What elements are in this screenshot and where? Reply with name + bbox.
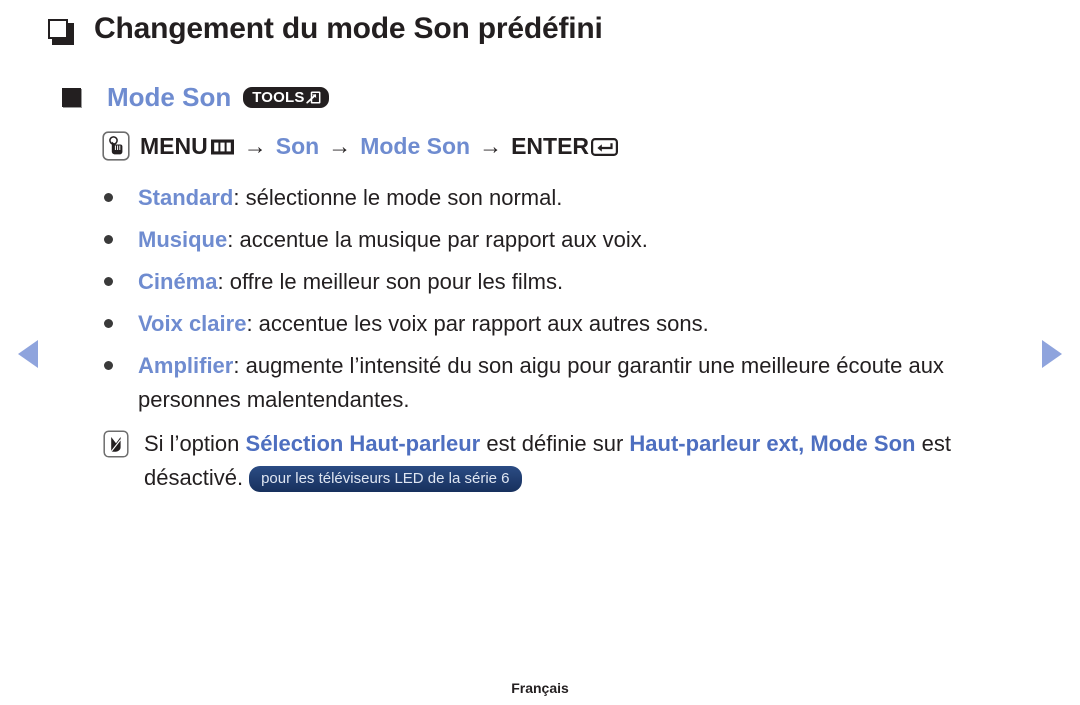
option-separator: :: [217, 269, 230, 294]
option-text: Musique: accentue la musique par rapport…: [138, 223, 648, 257]
sound-mode-options-list: Standard: sélectionne le mode son normal…: [104, 181, 1044, 425]
option-term: Musique: [138, 227, 228, 252]
option-description: accentue la musique par rapport aux voix…: [239, 227, 648, 252]
path-step-son: Son: [275, 132, 320, 159]
menu-label: MENU: [140, 132, 208, 159]
option-description: sélectionne le mode son normal.: [245, 185, 563, 210]
option-text: Amplifier: augmente l’intensité du son a…: [138, 349, 1044, 417]
option-separator: :: [246, 311, 259, 336]
bullet-dot-icon: [104, 319, 113, 328]
enter-label: ENTER: [511, 132, 590, 159]
bullet-dot-icon: [104, 193, 113, 202]
section-heading: Mode Son: [107, 82, 232, 112]
note-highlight-speaker-select: Sélection Haut-parleur: [245, 431, 481, 456]
note-part-2: est définie sur: [480, 431, 630, 456]
path-arrow-1: →: [243, 132, 267, 159]
option-term: Standard: [138, 185, 234, 210]
option-term: Cinéma: [138, 269, 218, 294]
note-part-1: Si l’option: [144, 431, 246, 456]
option-description: offre le meilleur son pour les films.: [229, 269, 564, 294]
stacked-square-icon: [48, 19, 74, 45]
option-term: Voix claire: [138, 311, 247, 336]
option-separator: :: [233, 185, 246, 210]
menu-grid-icon: [210, 137, 235, 157]
tools-badge-label: TOOLS: [252, 88, 305, 106]
option-term: Amplifier: [138, 353, 234, 378]
option-separator: :: [227, 227, 240, 252]
path-arrow-3: →: [479, 132, 503, 159]
list-item: Standard: sélectionne le mode son normal…: [104, 181, 1044, 215]
option-text: Cinéma: offre le meilleur son pour les f…: [138, 265, 563, 299]
manual-page: Changement du mode Son prédéfini Mode So…: [0, 0, 1080, 705]
note-block: Si l’option Sélection Haut-parleur est d…: [103, 427, 1043, 495]
path-step-mode-son: Mode Son: [360, 132, 471, 159]
option-description: accentue les voix par rapport aux autres…: [258, 311, 709, 336]
option-text: Voix claire: accentue les voix par rappo…: [138, 307, 709, 341]
page-title-row: Changement du mode Son prédéfini: [48, 10, 603, 48]
list-item: Cinéma: offre le meilleur son pour les f…: [104, 265, 1044, 299]
bullet-dot-icon: [104, 235, 113, 244]
path-arrow-2: →: [328, 132, 352, 159]
section-heading-row: Mode Son TOOLS: [62, 82, 329, 113]
bullet-dot-icon: [104, 361, 113, 370]
note-highlight-external-speaker: Haut-parleur ext, Mode Son: [629, 431, 916, 456]
page-title: Changement du mode Son prédéfini: [94, 12, 603, 45]
list-item: Voix claire: accentue les voix par rappo…: [104, 307, 1044, 341]
note-pencil-icon: [103, 430, 129, 458]
filled-square-icon: [62, 88, 81, 107]
list-item: Musique: accentue la musique par rapport…: [104, 223, 1044, 257]
bullet-dot-icon: [104, 277, 113, 286]
next-page-arrow[interactable]: [1042, 340, 1062, 368]
option-separator: :: [233, 353, 246, 378]
enter-key-icon: [591, 136, 619, 158]
option-description: augmente l’intensité du son aigu pour ga…: [138, 353, 944, 412]
tools-button-badge[interactable]: TOOLS: [243, 87, 329, 108]
press-button-icon: [102, 131, 130, 161]
list-item: Amplifier: augmente l’intensité du son a…: [104, 349, 1044, 417]
option-text: Standard: sélectionne le mode son normal…: [138, 181, 562, 215]
menu-path-line: MENU → Son → Mode Son → ENTER: [102, 131, 619, 161]
note-text: Si l’option Sélection Haut-parleur est d…: [144, 427, 1043, 495]
tools-arrow-icon: [305, 90, 321, 105]
model-applicability-badge: pour les téléviseurs LED de la série 6: [249, 466, 522, 492]
footer-language-label: Français: [511, 680, 569, 696]
previous-page-arrow[interactable]: [18, 340, 38, 368]
